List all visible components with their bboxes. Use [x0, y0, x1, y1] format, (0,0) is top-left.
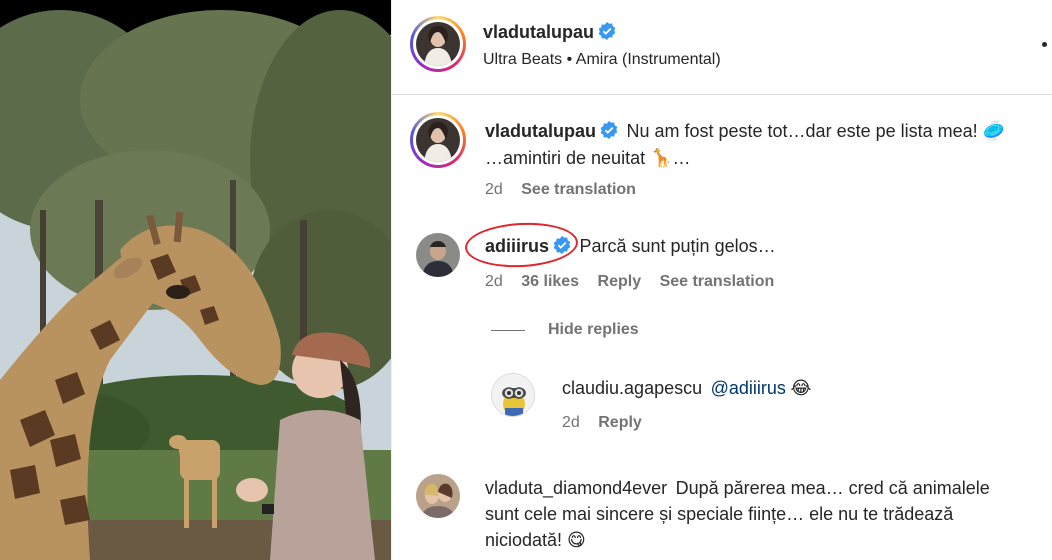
caption-age: 2d [485, 181, 503, 198]
reply-meta: 2d Reply [562, 414, 642, 432]
audio-attribution[interactable]: Ultra Beats • Amira (Instrumental) [483, 51, 721, 69]
comment-age: 2d [485, 273, 503, 290]
caption-see-translation[interactable]: See translation [521, 181, 636, 198]
header-username[interactable]: vladutalupau [483, 22, 594, 42]
reply-line: claudiu.agapescu @adiiirus 😂 [562, 378, 811, 399]
author-avatar[interactable] [410, 16, 466, 72]
hide-replies-button[interactable]: Hide replies [548, 321, 639, 339]
commenter-avatar-2[interactable] [416, 474, 460, 518]
caption-meta: 2d See translation [485, 181, 636, 199]
reply-emoji: 😂 [790, 378, 812, 399]
verified-badge-icon [553, 236, 571, 254]
comment-text: Parcă sunt puțin gelos… [579, 236, 776, 256]
comment-likes[interactable]: 36 likes [521, 273, 579, 290]
comment-see-translation[interactable]: See translation [660, 273, 775, 290]
hide-replies-divider [491, 330, 525, 331]
more-options-icon[interactable] [1042, 42, 1047, 47]
audio-track: Amira (Instrumental) [575, 51, 721, 68]
comment-2-text-line-2: sunt cele mai sincere și speciale ființe… [485, 504, 954, 524]
audio-artist: Ultra Beats [483, 51, 563, 68]
reply-username[interactable]: claudiu.agapescu [562, 378, 702, 398]
caption-text-line-2: …amintiri de neuitat 🦒… [485, 148, 691, 168]
caption-username[interactable]: vladutalupau [485, 121, 596, 141]
reply-mention[interactable]: @adiiirus [711, 378, 786, 398]
reply-age: 2d [562, 414, 580, 431]
verified-badge-icon [598, 22, 616, 40]
verified-badge-icon [600, 121, 618, 139]
comment-reply-button[interactable]: Reply [598, 273, 642, 290]
comment-2-line-1: vladuta_diamond4ever După părerea mea… c… [485, 478, 990, 499]
audio-separator: • [566, 51, 573, 68]
reply-avatar[interactable] [491, 373, 535, 417]
comment-2-text: După părerea mea… cred că animalele [675, 478, 990, 498]
post-photo [0, 10, 391, 560]
comment-username[interactable]: adiiirus [485, 236, 549, 256]
comment-2-text-line-3: niciodată! 😋 [485, 530, 586, 550]
caption-author-avatar[interactable] [410, 112, 466, 168]
comment-2-username[interactable]: vladuta_diamond4ever [485, 478, 667, 498]
comments-panel: vladutalupau Ultra Beats • Amira (Instru… [391, 0, 1052, 560]
post-header: vladutalupau Ultra Beats • Amira (Instru… [392, 0, 1052, 95]
comment-line: adiiirus Parcă sunt puțin gelos… [485, 236, 776, 257]
comment-meta: 2d 36 likes Reply See translation [485, 273, 774, 291]
post-media[interactable] [0, 0, 391, 560]
caption-text: Nu am fost peste tot…dar este pe lista m… [626, 121, 1006, 141]
reply-reply-button[interactable]: Reply [598, 414, 642, 431]
caption-line-1: vladutalupau Nu am fost peste tot…dar es… [485, 121, 1005, 142]
commenter-avatar[interactable] [416, 233, 460, 277]
